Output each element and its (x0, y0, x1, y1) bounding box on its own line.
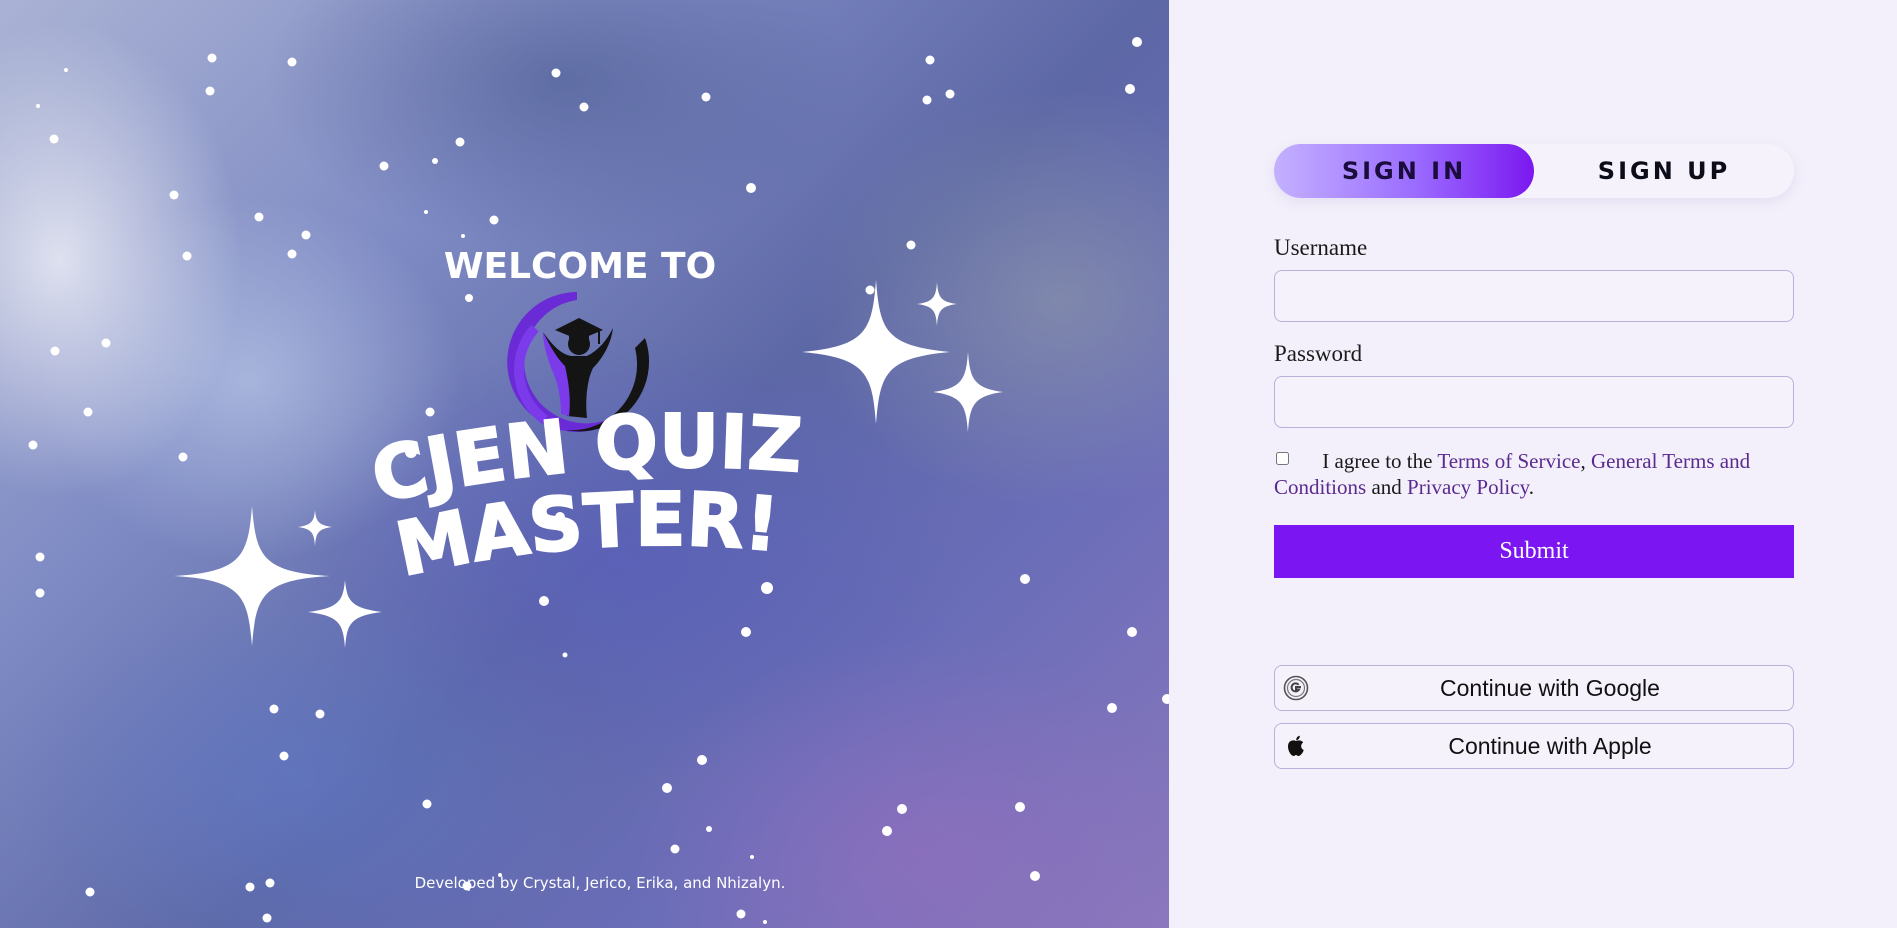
developer-credit: Developed by Crystal, Jerico, Erika, and… (414, 874, 786, 892)
apple-icon (1288, 735, 1304, 756)
auth-panel: SIGN IN SIGN UP Username Password I agre… (1169, 0, 1897, 928)
google-icon (1283, 675, 1309, 701)
terms-prefix: I agree to the (1322, 449, 1433, 473)
terms-and: and (1371, 475, 1402, 499)
auth-tabs: SIGN IN SIGN UP (1274, 144, 1794, 198)
apple-signin-label: Continue with Apple (1448, 732, 1652, 759)
terms-agreement: I agree to the Terms of Service, General… (1274, 448, 1804, 500)
app-title: CJEN QUIZ MASTER! (363, 405, 805, 595)
terms-of-service-link[interactable]: Terms of Service (1437, 449, 1580, 473)
privacy-policy-link[interactable]: Privacy Policy (1407, 475, 1529, 499)
terms-checkbox[interactable] (1276, 452, 1289, 465)
username-field[interactable] (1274, 270, 1794, 322)
welcome-heading: WELCOME TO (443, 246, 717, 287)
password-field[interactable] (1274, 376, 1794, 428)
submit-button[interactable]: Submit (1274, 525, 1794, 578)
password-label: Password (1274, 341, 1363, 366)
google-signin-label: Continue with Google (1440, 674, 1660, 701)
terms-end: . (1528, 475, 1534, 499)
apple-signin-button[interactable]: Continue with Apple (1274, 723, 1794, 769)
tab-sign-in[interactable]: SIGN IN (1274, 144, 1534, 198)
hero-panel: WELCOME TO CJEN QUIZ MASTER! Developed b… (0, 0, 1169, 928)
terms-separator: , (1580, 449, 1586, 473)
login-page: WELCOME TO CJEN QUIZ MASTER! Developed b… (0, 0, 1897, 928)
hero-content: WELCOME TO CJEN QUIZ MASTER! Developed b… (0, 0, 1169, 928)
google-signin-button[interactable]: Continue with Google (1274, 665, 1794, 711)
tab-sign-up[interactable]: SIGN UP (1534, 144, 1794, 198)
username-label: Username (1274, 235, 1368, 260)
